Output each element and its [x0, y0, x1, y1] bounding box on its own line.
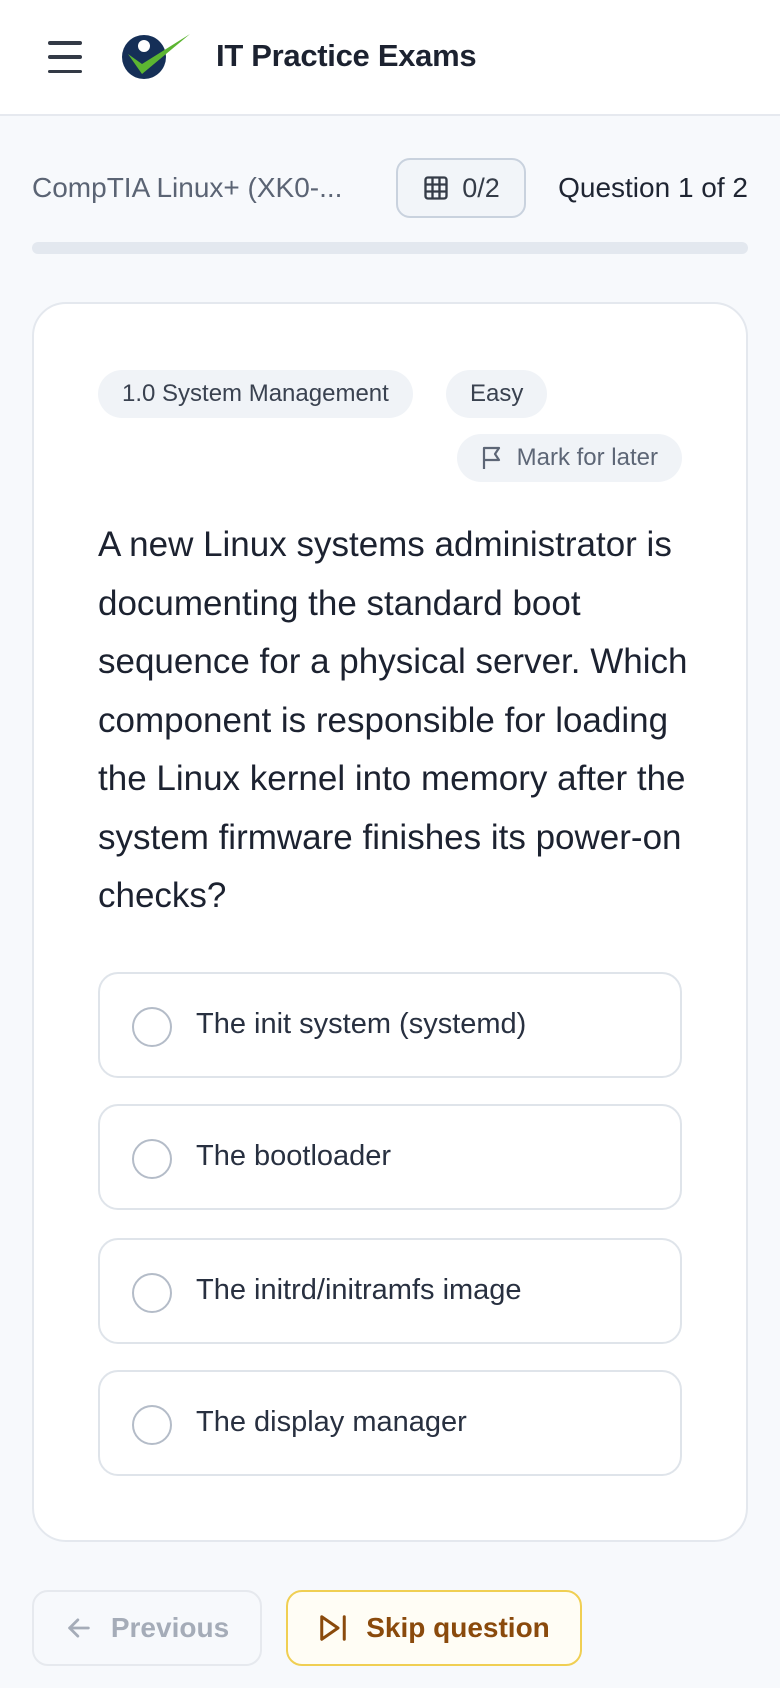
exam-name: CompTIA Linux+ (XK0-...: [32, 172, 343, 203]
radio-button[interactable]: [132, 1007, 172, 1047]
skip-question-label: Skip question: [366, 1612, 550, 1643]
mark-for-later-button[interactable]: Mark for later: [456, 434, 682, 482]
mark-for-later-label: Mark for later: [516, 444, 658, 471]
top-bar: IT Practice Exams: [0, 0, 780, 116]
question-text: A new Linux systems administrator is doc…: [98, 525, 688, 915]
option-label: The initrd/initramfs image: [196, 1274, 522, 1306]
arrow-left-icon: [68, 1618, 90, 1638]
grid-icon: [424, 176, 448, 200]
difficulty-tag: Easy: [446, 370, 548, 418]
progress-bar: [32, 242, 748, 254]
question-position: Question 1 of 2: [558, 172, 748, 203]
answer-option-2[interactable]: The bootloader: [98, 1104, 682, 1210]
option-label: The bootloader: [196, 1140, 392, 1172]
radio-button[interactable]: [132, 1139, 172, 1179]
previous-button[interactable]: Previous: [32, 1590, 262, 1666]
option-label: The init system (systemd): [196, 1008, 527, 1040]
question-grid-button[interactable]: 0/2: [396, 158, 526, 218]
domain-tag: 1.0 System Management: [98, 370, 413, 418]
answer-option-1[interactable]: The init system (systemd): [98, 972, 682, 1078]
radio-button[interactable]: [132, 1405, 172, 1445]
option-label: The display manager: [196, 1406, 467, 1438]
question-card: 1.0 System Management Easy Mark for late…: [32, 302, 748, 1542]
skip-forward-icon: [320, 1615, 346, 1641]
answered-count: 0/2: [462, 172, 500, 203]
exam-status-bar: CompTIA Linux+ (XK0-... 0/2 Question 1 o…: [32, 158, 748, 218]
skip-question-button[interactable]: Skip question: [286, 1590, 582, 1666]
flag-icon: [482, 446, 500, 469]
brand-name[interactable]: IT Practice Exams: [216, 38, 477, 74]
radio-button[interactable]: [132, 1273, 172, 1313]
hamburger-menu-icon[interactable]: [48, 41, 82, 73]
answer-option-3[interactable]: The initrd/initramfs image: [98, 1238, 682, 1344]
previous-label: Previous: [110, 1612, 230, 1643]
answer-option-4[interactable]: The display manager: [98, 1370, 682, 1476]
brand-logo[interactable]: [120, 30, 192, 84]
